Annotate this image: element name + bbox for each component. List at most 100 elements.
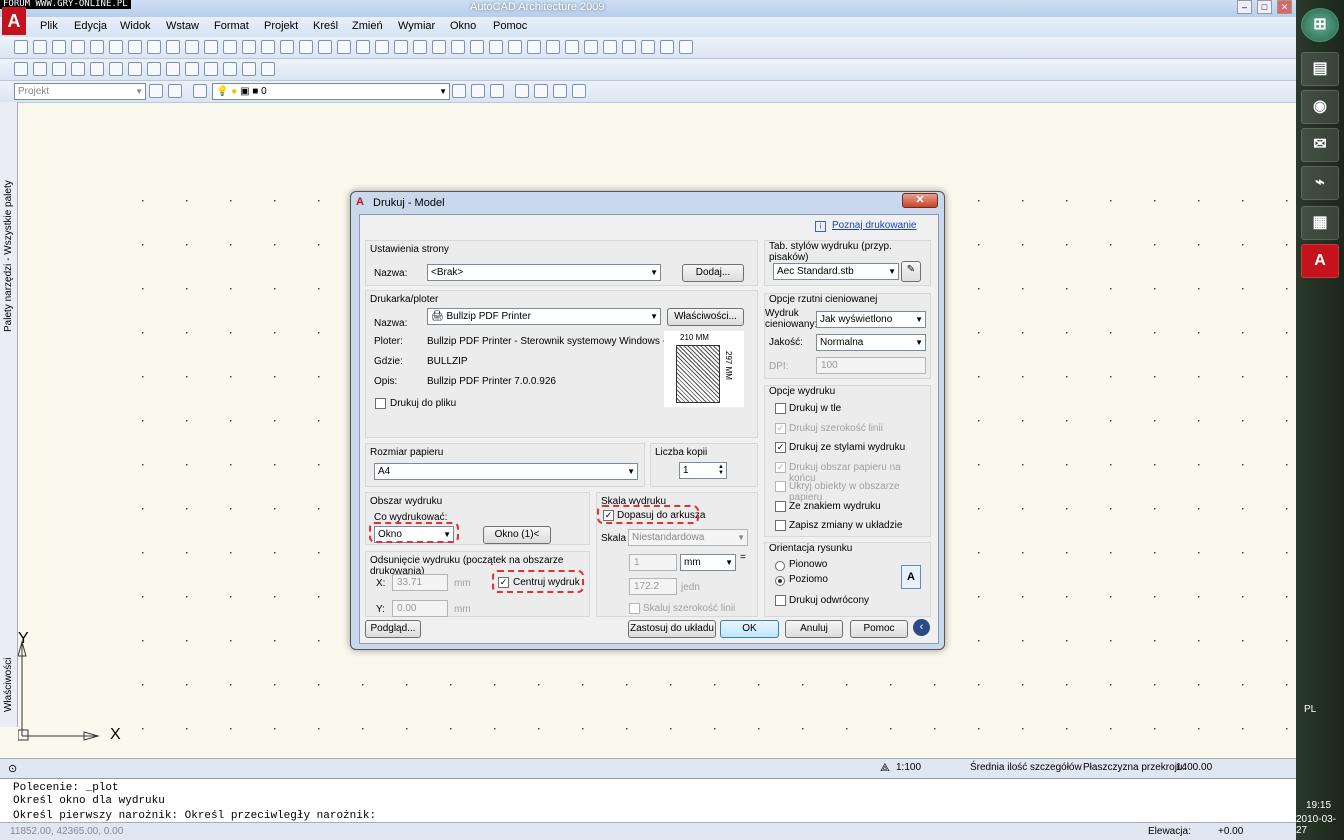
minimize-button[interactable]: –: [1237, 0, 1252, 14]
chrome-icon[interactable]: ◉: [1301, 90, 1339, 124]
standard-tool-icon[interactable]: [337, 40, 351, 54]
page-setup-name-combo[interactable]: <Brak> ▼: [427, 264, 661, 281]
modify-tool-icon[interactable]: [223, 62, 237, 76]
standard-tool-icon[interactable]: [185, 40, 199, 54]
scale-combo[interactable]: Niestandardowa ▼: [628, 529, 748, 546]
close-button[interactable]: ✕: [1277, 0, 1292, 14]
standard-tool-icon[interactable]: [641, 40, 655, 54]
standard-tool-icon[interactable]: [489, 40, 503, 54]
menu-plik[interactable]: Plik: [40, 20, 58, 32]
menu-zmien[interactable]: Zmień: [352, 20, 383, 32]
modify-tool-icon[interactable]: [204, 62, 218, 76]
layer-combo[interactable]: 💡 ● ▣ ■ 0 ▼: [212, 83, 450, 100]
standard-tool-icon[interactable]: [109, 40, 123, 54]
standard-tool-icon[interactable]: [470, 40, 484, 54]
standard-tool-icon[interactable]: [299, 40, 313, 54]
view-icon-2[interactable]: [534, 84, 548, 98]
plot-option-checkbox[interactable]: [775, 500, 786, 512]
standard-tool-icon[interactable]: [394, 40, 408, 54]
modify-tool-icon[interactable]: [242, 62, 256, 76]
standard-tool-icon[interactable]: [204, 40, 218, 54]
thunderbird-icon[interactable]: ✉: [1301, 128, 1339, 162]
add-button[interactable]: Dodaj...: [682, 264, 744, 282]
apply-to-layout-button[interactable]: Zastosuj do układu: [628, 620, 716, 638]
upside-down-checkbox[interactable]: [775, 595, 786, 606]
standard-tool-icon[interactable]: [242, 40, 256, 54]
annotation-scale-icon[interactable]: ⟁: [880, 762, 890, 775]
plot-option-checkbox[interactable]: [775, 403, 786, 414]
standard-tool-icon[interactable]: [166, 40, 180, 54]
project-combo[interactable]: Projekt ▼: [14, 83, 146, 100]
print-to-file-checkbox[interactable]: [375, 398, 386, 409]
standard-tool-icon[interactable]: [356, 40, 370, 54]
dialog-close-button[interactable]: ✕: [902, 193, 938, 208]
modify-tool-icon[interactable]: [147, 62, 161, 76]
copies-spinner[interactable]: 1 ▲ ▼: [679, 462, 727, 479]
language-indicator[interactable]: PL: [1304, 704, 1316, 715]
properties-button[interactable]: Właściwości...: [667, 308, 744, 326]
modify-tool-icon[interactable]: [90, 62, 104, 76]
collapse-arrow-icon[interactable]: ‹: [913, 619, 930, 636]
clock-time[interactable]: 19:15: [1306, 800, 1331, 811]
view-icon-4[interactable]: [572, 84, 586, 98]
standard-tool-icon[interactable]: [33, 40, 47, 54]
standard-tool-icon[interactable]: [280, 40, 294, 54]
preview-button[interactable]: Podgląd...: [365, 620, 421, 638]
standard-tool-icon[interactable]: [622, 40, 636, 54]
view-icon-1[interactable]: [515, 84, 529, 98]
offset-y-input[interactable]: 0.00: [392, 600, 448, 617]
cut-plane-value[interactable]: 1400.00: [1176, 762, 1212, 773]
menu-projekt[interactable]: Projekt: [264, 20, 298, 32]
modify-tool-icon[interactable]: [52, 62, 66, 76]
menu-edycja[interactable]: Edycja: [74, 20, 107, 32]
layer-previous-icon[interactable]: [471, 84, 485, 98]
layer-match-icon[interactable]: [490, 84, 504, 98]
window-button[interactable]: Okno (1)<: [483, 526, 551, 544]
modify-tool-icon[interactable]: [109, 62, 123, 76]
modify-tool-icon[interactable]: [261, 62, 275, 76]
style-table-combo[interactable]: Aec Standard.stb ▼: [773, 263, 899, 280]
menu-kresl[interactable]: Kreśl: [313, 20, 338, 32]
app-icon[interactable]: ⌁: [1301, 166, 1339, 200]
edit-style-table-icon[interactable]: ✎: [901, 261, 921, 282]
elevation-value[interactable]: +0.00: [1218, 826, 1243, 837]
tool-palettes-label[interactable]: Palety narzędzi - Wszystkie palety: [3, 172, 14, 332]
plot-option-checkbox[interactable]: [775, 520, 786, 531]
help-button[interactable]: Pomoc: [850, 620, 908, 638]
standard-tool-icon[interactable]: [261, 40, 275, 54]
standard-tool-icon[interactable]: [432, 40, 446, 54]
dpi-input[interactable]: 100: [816, 357, 926, 374]
media-icon[interactable]: ▦: [1301, 206, 1339, 240]
standard-tool-icon[interactable]: [52, 40, 66, 54]
standard-tool-icon[interactable]: [660, 40, 674, 54]
standard-tool-icon[interactable]: [527, 40, 541, 54]
scale-lineweights-checkbox[interactable]: [629, 603, 640, 614]
standard-tool-icon[interactable]: [71, 40, 85, 54]
standard-tool-icon[interactable]: [584, 40, 598, 54]
help-link[interactable]: Poznaj drukowanie: [832, 220, 917, 231]
standard-tool-icon[interactable]: [318, 40, 332, 54]
standard-tool-icon[interactable]: [565, 40, 579, 54]
scale-unit-combo[interactable]: mm ▼: [680, 554, 736, 571]
plot-option-checkbox[interactable]: [775, 481, 786, 492]
landscape-radio[interactable]: [775, 576, 785, 586]
plot-option-checkbox[interactable]: ✓: [775, 442, 786, 453]
view-icon-3[interactable]: [553, 84, 567, 98]
make-current-icon[interactable]: [452, 84, 466, 98]
standard-tool-icon[interactable]: [508, 40, 522, 54]
explorer-icon[interactable]: ▤: [1301, 52, 1339, 86]
properties-label[interactable]: Właściwości: [3, 642, 14, 712]
menu-widok[interactable]: Widok: [120, 20, 151, 32]
standard-tool-icon[interactable]: [546, 40, 560, 54]
modify-tool-icon[interactable]: [14, 62, 28, 76]
spinner-arrows-icon[interactable]: ▲ ▼: [718, 464, 724, 476]
modify-tool-icon[interactable]: [71, 62, 85, 76]
modify-tool-icon[interactable]: [33, 62, 47, 76]
cancel-button[interactable]: Anuluj: [785, 620, 843, 638]
standard-tool-icon[interactable]: [603, 40, 617, 54]
paper-size-combo[interactable]: A4 ▼: [374, 463, 638, 480]
standard-tool-icon[interactable]: [451, 40, 465, 54]
standard-tool-icon[interactable]: [147, 40, 161, 54]
modify-tool-icon[interactable]: [185, 62, 199, 76]
model-space-icon[interactable]: ⊙: [8, 762, 17, 775]
